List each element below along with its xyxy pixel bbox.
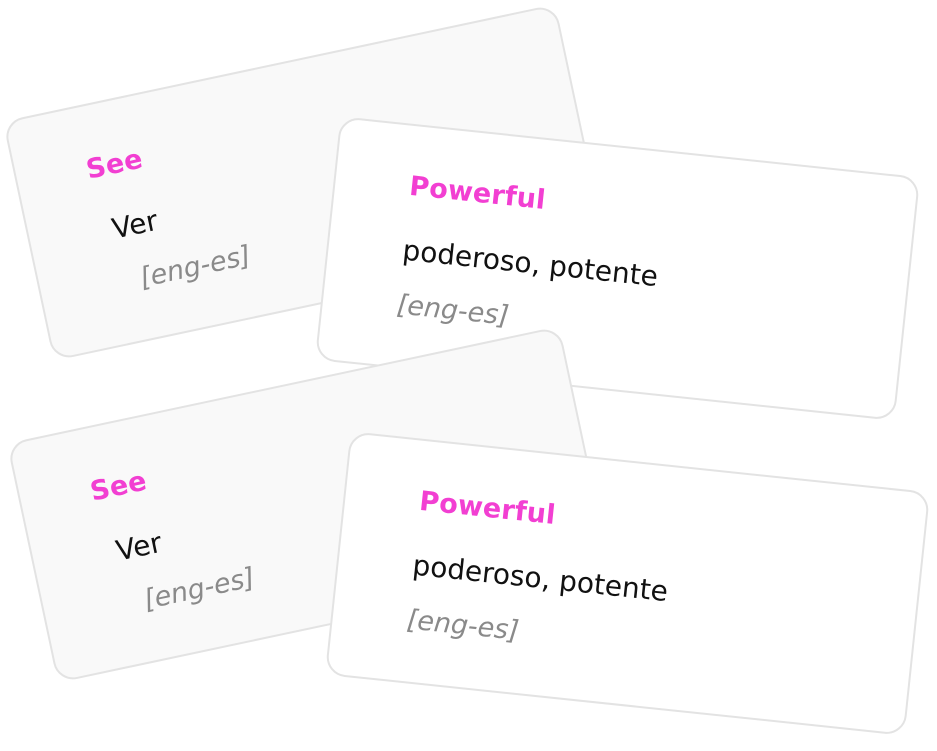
card-translation: poderoso, potente <box>411 548 670 609</box>
card-language-pair: [eng-es] <box>137 240 254 294</box>
flashcard-powerful-2[interactable]: Powerful poderoso, potente [eng-es] <box>324 431 931 736</box>
card-translation: Ver <box>109 203 161 246</box>
card-language-pair: [eng-es] <box>405 604 521 647</box>
card-translation: poderoso, potente <box>401 233 660 294</box>
card-word: Powerful <box>417 485 558 532</box>
card-word: See <box>87 465 150 508</box>
card-word: Powerful <box>407 170 548 217</box>
card-language-pair: [eng-es] <box>141 562 258 616</box>
card-word: See <box>83 143 146 186</box>
card-translation: Ver <box>113 525 165 568</box>
card-language-pair: [eng-es] <box>395 289 511 332</box>
